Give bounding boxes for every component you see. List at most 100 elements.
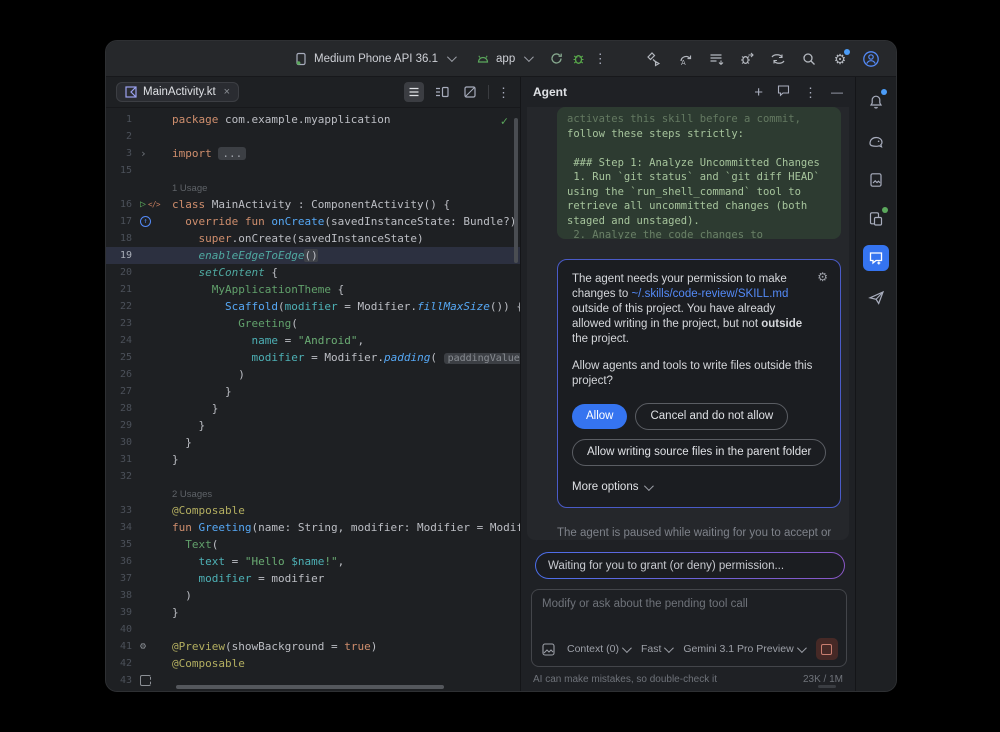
- run-config-selector[interactable]: app: [476, 53, 531, 65]
- attach-image-icon[interactable]: [542, 643, 555, 656]
- usage-hint-line[interactable]: 2 Usages: [106, 485, 520, 502]
- context-dropdown[interactable]: Context (0): [567, 643, 629, 655]
- editor-more-icon[interactable]: ⋮: [497, 86, 510, 99]
- line-number[interactable]: 23: [106, 318, 134, 329]
- skill-file-link[interactable]: ~/.skills/code-review/SKILL.md: [631, 288, 788, 300]
- code-line[interactable]: 25 modifier = Modifier.padding( paddingV…: [106, 349, 520, 366]
- code-text[interactable]: modifier = modifier: [172, 572, 520, 585]
- code-text[interactable]: text = "Hello $name!",: [172, 555, 520, 568]
- plane-icon[interactable]: [863, 284, 889, 310]
- stop-button[interactable]: [816, 638, 838, 660]
- line-number[interactable]: 1: [106, 114, 134, 125]
- code-text[interactable]: enableEdgeToEdge(): [172, 249, 520, 262]
- split-view-icon[interactable]: [432, 82, 452, 102]
- preview-settings-icon[interactable]: ⚙: [140, 641, 146, 652]
- apply-code-changes-icon[interactable]: [705, 48, 727, 70]
- agent-icon[interactable]: [863, 245, 889, 271]
- code-line[interactable]: 18 super.onCreate(savedInstanceState): [106, 230, 520, 247]
- gemini-icon[interactable]: [863, 128, 889, 154]
- toolbar-more-icon[interactable]: ⋮: [589, 48, 611, 70]
- line-number[interactable]: 28: [106, 403, 134, 414]
- code-text[interactable]: ): [172, 368, 520, 381]
- line-number[interactable]: 15: [106, 165, 134, 176]
- line-number[interactable]: 27: [106, 386, 134, 397]
- code-text[interactable]: MyApplicationTheme {: [172, 283, 520, 296]
- inspections-ok-icon[interactable]: ✓: [501, 114, 508, 128]
- attach-debugger-icon[interactable]: [736, 48, 758, 70]
- line-number[interactable]: 24: [106, 335, 134, 346]
- line-number[interactable]: 31: [106, 454, 134, 465]
- code-line[interactable]: 2: [106, 128, 520, 145]
- apply-changes-icon[interactable]: A: [674, 48, 696, 70]
- search-icon[interactable]: [798, 48, 820, 70]
- code-line[interactable]: 24 name = "Android",: [106, 332, 520, 349]
- code-text[interactable]: }: [172, 606, 520, 619]
- line-number[interactable]: 40: [106, 624, 134, 635]
- code-text[interactable]: }: [172, 453, 520, 466]
- line-number[interactable]: 38: [106, 590, 134, 601]
- cancel-button[interactable]: Cancel and do not allow: [635, 403, 788, 430]
- debug-icon[interactable]: [567, 48, 589, 70]
- tab-mainactivity[interactable]: MainActivity.kt ×: [116, 82, 239, 102]
- code-line[interactable]: 23 Greeting(: [106, 315, 520, 332]
- usage-hint-line[interactable]: 1 Usage: [106, 179, 520, 196]
- run-app-icon[interactable]: ▷: [140, 200, 146, 210]
- editor-vertical-scrollbar[interactable]: [514, 118, 518, 263]
- code-line[interactable]: 15: [106, 162, 520, 179]
- line-number[interactable]: 18: [106, 233, 134, 244]
- build-run-icon[interactable]: [643, 48, 665, 70]
- agent-input[interactable]: [532, 590, 846, 634]
- line-number[interactable]: 35: [106, 539, 134, 550]
- code-line[interactable]: 32: [106, 468, 520, 485]
- code-text[interactable]: override fun onCreate(savedInstanceState…: [172, 215, 520, 228]
- usage-hint[interactable]: 1 Usage: [172, 183, 207, 194]
- line-number[interactable]: 29: [106, 420, 134, 431]
- settings-icon[interactable]: ⚙: [829, 48, 851, 70]
- code-text[interactable]: @Preview(showBackground = true): [172, 640, 520, 653]
- code-line[interactable]: 19 enableEdgeToEdge(): [106, 247, 520, 264]
- line-number[interactable]: 30: [106, 437, 134, 448]
- code-text[interactable]: fun Greeting(name: String, modifier: Mod…: [172, 521, 520, 534]
- code-line[interactable]: 42@Composable: [106, 655, 520, 672]
- device-manager-icon[interactable]: [863, 206, 889, 232]
- code-preview-icon[interactable]: </>: [148, 200, 160, 209]
- code-line[interactable]: 29 }: [106, 417, 520, 434]
- line-number[interactable]: 39: [106, 607, 134, 618]
- code-text[interactable]: package com.example.myapplication: [172, 113, 520, 126]
- code-view-icon[interactable]: [404, 82, 424, 102]
- line-number[interactable]: 34: [106, 522, 134, 533]
- line-number[interactable]: 20: [106, 267, 134, 278]
- line-number[interactable]: 33: [106, 505, 134, 516]
- code-line[interactable]: 38 ): [106, 587, 520, 604]
- agent-chat-scroll[interactable]: activates this skill before a commit,fol…: [527, 107, 849, 540]
- code-line[interactable]: 16▷</>class MainActivity : ComponentActi…: [106, 196, 520, 213]
- notifications-icon[interactable]: [863, 89, 889, 115]
- device-mirror-icon[interactable]: [767, 48, 789, 70]
- tab-close-icon[interactable]: ×: [224, 86, 230, 98]
- code-line[interactable]: 21 MyApplicationTheme {: [106, 281, 520, 298]
- code-line[interactable]: 20 setContent {: [106, 264, 520, 281]
- code-text[interactable]: class MainActivity : ComponentActivity()…: [172, 198, 520, 211]
- editor-horizontal-scrollbar[interactable]: [176, 685, 444, 689]
- code-line[interactable]: 27 }: [106, 383, 520, 400]
- code-line[interactable]: 37 modifier = modifier: [106, 570, 520, 587]
- code-line[interactable]: 22 Scaffold(modifier = Modifier.fillMaxS…: [106, 298, 520, 315]
- rerun-icon[interactable]: [545, 48, 567, 70]
- minimize-icon[interactable]: —: [831, 85, 843, 99]
- line-number[interactable]: 36: [106, 556, 134, 567]
- design-view-icon[interactable]: [460, 82, 480, 102]
- code-line[interactable]: 39}: [106, 604, 520, 621]
- fold-arrow-icon[interactable]: ›: [140, 147, 147, 160]
- code-text[interactable]: ): [172, 589, 520, 602]
- device-selector[interactable]: Medium Phone API 36.1: [294, 52, 454, 66]
- code-text[interactable]: setContent {: [172, 266, 520, 279]
- code-text[interactable]: Greeting(: [172, 317, 520, 330]
- line-number[interactable]: 43: [106, 675, 134, 686]
- code-text[interactable]: Scaffold(modifier = Modifier.fillMaxSize…: [172, 300, 520, 313]
- line-number[interactable]: 3: [106, 148, 134, 159]
- line-number[interactable]: 19: [106, 250, 134, 261]
- speed-dropdown[interactable]: Fast: [641, 643, 671, 655]
- code-text[interactable]: Text(: [172, 538, 520, 551]
- code-line[interactable]: 31}: [106, 451, 520, 468]
- code-line[interactable]: 3›import ...: [106, 145, 520, 162]
